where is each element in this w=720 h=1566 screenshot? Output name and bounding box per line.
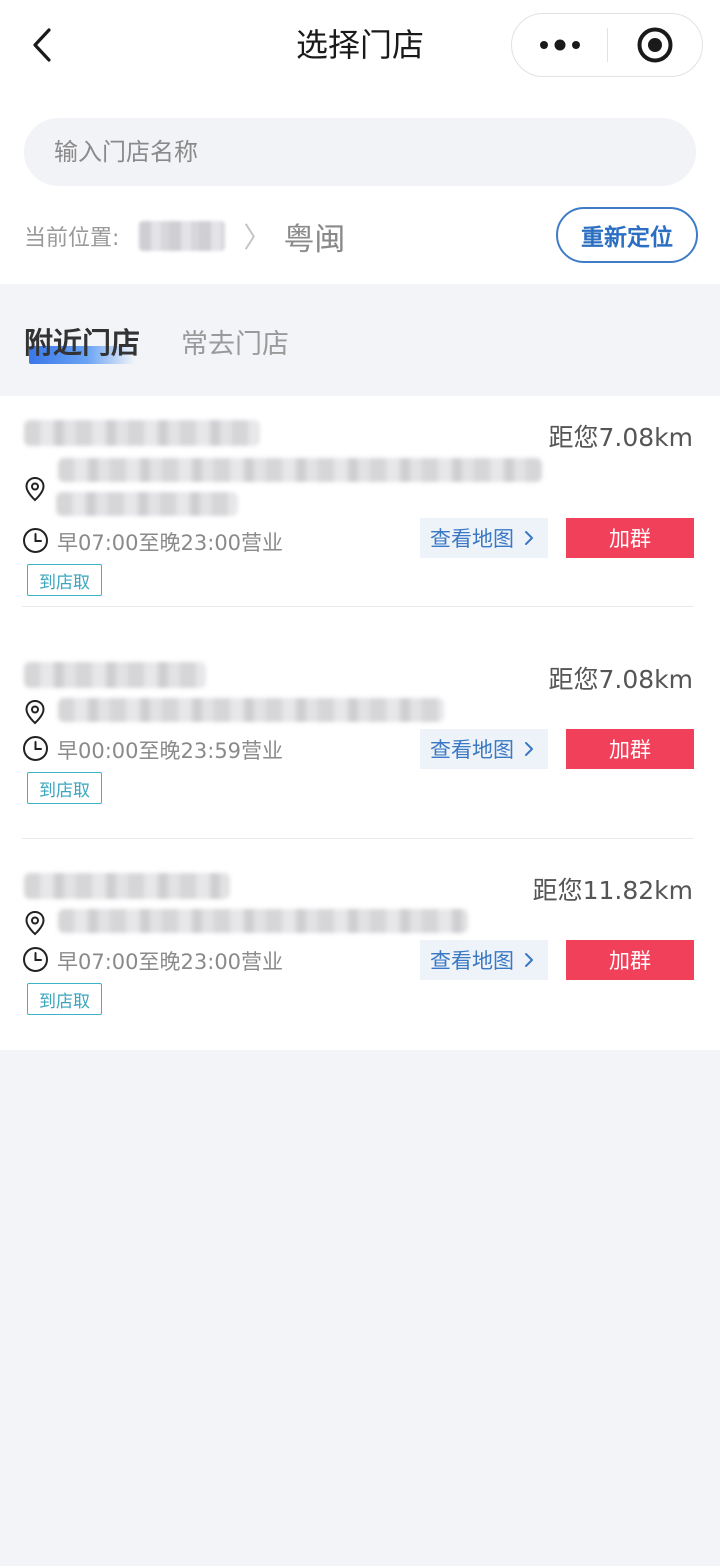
store-address-redacted [56,492,238,516]
close-button[interactable] [608,14,702,76]
relocate-button[interactable]: 重新定位 [556,207,698,263]
top-bar: 选择门店 [0,0,720,90]
store-tabs: 附近门店 常去门店 [0,284,720,396]
store-address-redacted [58,458,542,482]
location-area[interactable]: 粤闽 [283,214,345,259]
view-map-button[interactable]: 查看地图 [420,940,548,980]
mini-program-capsule [511,13,703,77]
store-hours: 早07:00至晚23:00营业 [57,531,284,555]
store-address-redacted [58,909,468,933]
tab-nearby-stores[interactable]: 附近门店 [24,320,140,362]
store-search-input[interactable] [24,118,696,186]
store-name-redacted [24,662,206,688]
pickup-tag: 到店取 [27,772,102,804]
store-address-redacted [58,698,444,722]
store-distance: 距您11.82km [532,876,693,905]
chevron-right-icon [525,742,533,756]
store-distance: 距您7.08km [548,665,694,694]
location-pin-icon [25,476,45,502]
view-map-button[interactable]: 查看地图 [420,518,548,558]
view-map-button[interactable]: 查看地图 [420,729,548,769]
join-group-button[interactable]: 加群 [566,518,694,558]
join-group-button[interactable]: 加群 [566,729,694,769]
location-city-redacted [139,221,226,251]
more-button[interactable] [512,14,607,76]
target-close-icon [637,27,673,63]
current-location-label: 当前位置: [24,226,120,251]
store-divider [22,606,694,607]
store-item[interactable]: 距您11.82km 早07:00至晚23:00营业 查看地图 加群 到店取 [0,839,720,1050]
clock-icon [23,528,48,553]
location-pin-icon [25,699,45,725]
clock-icon [23,947,48,972]
chevron-right-icon [525,953,533,967]
location-chevron-icon: 〉 [243,221,272,254]
store-hours: 早00:00至晚23:59营业 [57,739,284,763]
join-group-button[interactable]: 加群 [566,940,694,980]
more-dots-icon [539,39,580,51]
store-item[interactable]: 距您7.08km 早07:00至晚23:00营业 查看地图 加群 到店取 [0,396,720,607]
store-list: 距您7.08km 早07:00至晚23:00营业 查看地图 加群 到店取 距您7… [0,396,720,1050]
search-header: 当前位置: 〉 粤闽 重新定位 [0,90,720,284]
chevron-right-icon [525,531,533,545]
store-item[interactable]: 距您7.08km 早00:00至晚23:59营业 查看地图 加群 到店取 [0,628,720,839]
tab-frequent-stores[interactable]: 常去门店 [181,322,289,361]
current-location-row: 当前位置: 〉 粤闽 [24,208,345,264]
store-name-redacted [24,420,260,446]
store-distance: 距您7.08km [548,423,694,452]
clock-icon [23,736,48,761]
pickup-tag: 到店取 [27,983,102,1015]
store-hours: 早07:00至晚23:00营业 [57,950,284,974]
pickup-tag: 到店取 [27,564,102,596]
location-pin-icon [25,910,45,936]
store-name-redacted [24,873,230,899]
